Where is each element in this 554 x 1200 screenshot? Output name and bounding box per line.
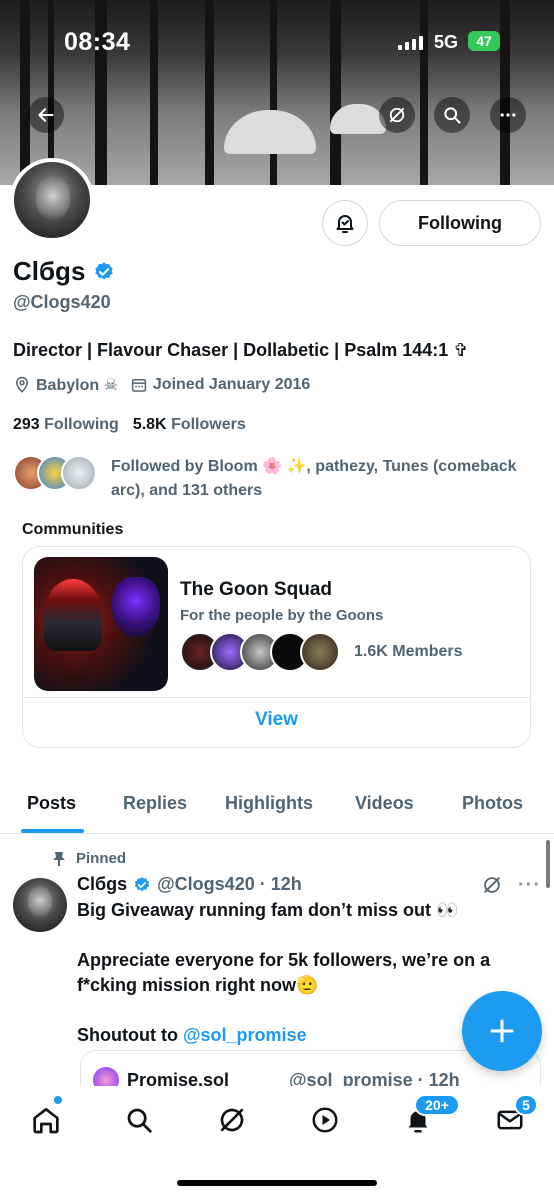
- notifications-badge: 20+: [414, 1094, 460, 1116]
- grok-icon: [220, 1108, 244, 1132]
- messages-badge: 5: [514, 1094, 538, 1116]
- profile-handle: @Clogs420: [13, 292, 111, 312]
- search-icon: [444, 107, 461, 124]
- pinned-label-row: Pinned: [52, 850, 126, 867]
- community-members: 1.6K Members: [180, 632, 463, 672]
- cellular-signal-icon: [398, 36, 423, 50]
- post-text-line: Appreciate everyone for 5k followers, we…: [77, 950, 491, 995]
- nav-home[interactable]: [26, 1100, 66, 1140]
- pin-icon: [53, 851, 65, 866]
- avatar: [61, 455, 97, 491]
- status-time: 08:34: [64, 28, 131, 56]
- nav-grok[interactable]: [212, 1100, 252, 1140]
- notifications-subscribe-button[interactable]: [322, 200, 368, 246]
- search-icon: [127, 1108, 152, 1133]
- divider: [23, 697, 530, 698]
- post-handle-time: @Clogs420 · 12h: [157, 874, 302, 894]
- battery-indicator: 47: [468, 31, 500, 51]
- view-community-button[interactable]: View: [23, 709, 530, 731]
- tab-replies[interactable]: Replies: [123, 793, 187, 814]
- nav-video[interactable]: [305, 1100, 345, 1140]
- post-shoutout: Shoutout to @sol_promise: [77, 1025, 307, 1045]
- play-circle-icon: [312, 1107, 338, 1133]
- profile-name: Clбgs: [13, 256, 86, 286]
- nav-search[interactable]: [119, 1100, 159, 1140]
- home-unread-dot: [54, 1096, 62, 1104]
- profile-name-row: Clбgs: [13, 256, 115, 287]
- home-icon: [33, 1108, 59, 1134]
- community-description: For the people by the Goons: [180, 607, 384, 624]
- following-link[interactable]: 293 Following: [13, 416, 119, 434]
- mention-link[interactable]: @sol_promise: [183, 1025, 307, 1045]
- community-member-count: 1.6K Members: [354, 643, 463, 660]
- tab-photos[interactable]: Photos: [462, 793, 523, 814]
- followed-by-text: Followed by Bloom 🌸 ✨, pathezy, Tunes (c…: [111, 458, 517, 499]
- verified-badge-icon: [95, 261, 114, 279]
- profile-avatar[interactable]: [10, 158, 94, 242]
- followers-link[interactable]: 5.8K Followers: [133, 416, 246, 434]
- profile-banner[interactable]: 08:34 5G 47: [0, 0, 554, 185]
- grok-post-button[interactable]: [481, 874, 503, 901]
- more-options-button[interactable]: [490, 97, 526, 133]
- arrow-left-icon: [38, 108, 54, 122]
- status-bar: 08:34 5G 47: [0, 0, 554, 84]
- scrollbar[interactable]: [546, 840, 550, 888]
- tab-videos[interactable]: Videos: [355, 793, 414, 814]
- post-body: Big Giveaway running fam don’t miss out …: [77, 898, 527, 1073]
- follow-stats: 293 Following 5.8K Followers: [13, 416, 246, 434]
- community-card[interactable]: The Goon Squad For the people by the Goo…: [22, 546, 531, 748]
- bottom-navigation: 20+ 5: [0, 1086, 554, 1200]
- home-indicator: [177, 1180, 377, 1186]
- following-button[interactable]: Following: [379, 200, 541, 246]
- grok-button[interactable]: [379, 97, 415, 133]
- post-text-line: Big Giveaway running fam don’t miss out …: [77, 900, 459, 920]
- post-author-name[interactable]: Clбgs: [77, 874, 127, 895]
- location-pin-icon: [15, 376, 29, 393]
- communities-title: Communities: [22, 521, 124, 538]
- community-name: The Goon Squad: [180, 579, 332, 600]
- community-image: [34, 557, 168, 691]
- post-more-icon[interactable]: ···: [518, 874, 541, 897]
- profile-tabs: Posts Replies Highlights Videos Photos: [0, 770, 554, 834]
- pinned-label: Pinned: [76, 850, 127, 867]
- tab-highlights[interactable]: Highlights: [225, 793, 313, 814]
- post-author-avatar[interactable]: [13, 878, 67, 932]
- plus-icon: [490, 1019, 514, 1043]
- compose-post-button[interactable]: [462, 991, 542, 1071]
- active-tab-indicator: [21, 829, 84, 833]
- bell-check-icon: [336, 215, 354, 233]
- profile-bio: Director | Flavour Chaser | Dollabetic |…: [13, 340, 469, 360]
- network-type: 5G: [434, 32, 459, 52]
- tab-posts[interactable]: Posts: [27, 793, 76, 814]
- post-header: Clбgs @Clogs420 · 12h: [77, 874, 302, 895]
- profile-joined: Joined January 2016: [152, 376, 311, 393]
- verified-badge-icon: [135, 876, 150, 891]
- avatar: [300, 632, 340, 672]
- grok-icon: [389, 107, 405, 123]
- more-horizontal-icon: [500, 113, 516, 117]
- back-button[interactable]: [28, 97, 64, 133]
- grok-icon: [484, 877, 500, 893]
- followed-by-row[interactable]: Followed by Bloom 🌸 ✨, pathezy, Tunes (c…: [13, 455, 531, 503]
- search-button[interactable]: [434, 97, 470, 133]
- mutual-avatars: [13, 455, 97, 503]
- profile-meta: Babylon ☠ Joined January 2016: [13, 375, 310, 395]
- profile-location: Babylon ☠: [36, 377, 118, 394]
- calendar-icon: [131, 379, 147, 392]
